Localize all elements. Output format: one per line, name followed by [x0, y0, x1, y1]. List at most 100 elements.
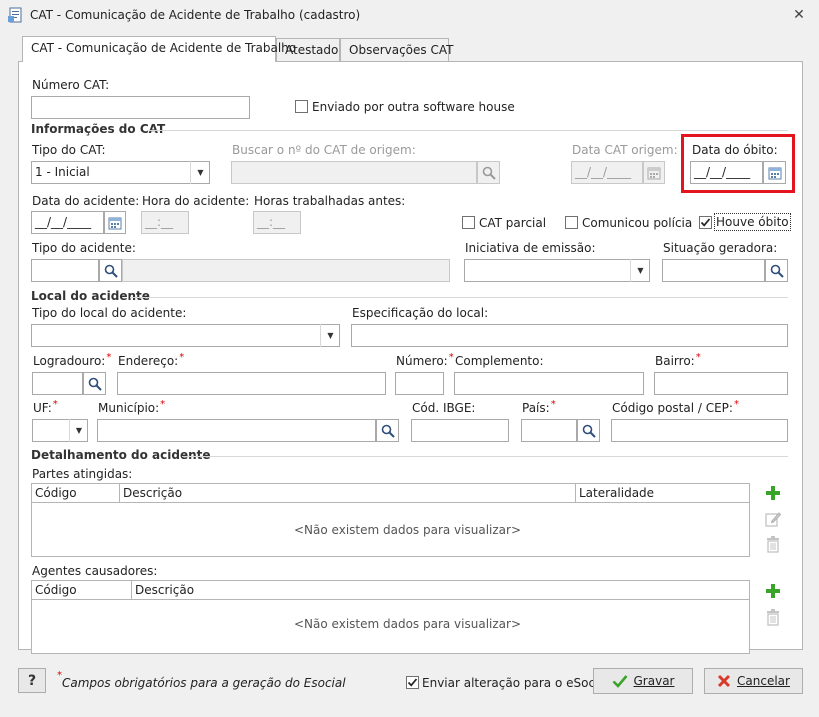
tab-observacoes[interactable]: Observações CAT — [340, 38, 453, 62]
chevron-down-icon[interactable]: ▼ — [320, 324, 340, 347]
logradouro-input[interactable] — [32, 372, 83, 395]
agentes-header: Código Descrição — [32, 581, 749, 600]
partes-grid[interactable]: Código Descrição Lateralidade <Não exist… — [31, 483, 750, 557]
search-icon[interactable] — [577, 419, 600, 442]
municipio-input[interactable] — [97, 419, 376, 442]
section-local: Local do acidente — [31, 289, 150, 303]
calendar-icon[interactable] — [104, 211, 126, 234]
chevron-down-icon[interactable]: ▼ — [69, 419, 88, 442]
logradouro-label: Logradouro:* — [33, 352, 112, 368]
data-cat-origem-input: __/__/____ — [571, 161, 643, 184]
cat-parcial-checkbox[interactable] — [462, 216, 475, 229]
section-divider — [130, 297, 788, 298]
partes-empty-message: <Não existem dados para visualizar> — [294, 523, 522, 537]
endereco-input[interactable] — [117, 372, 386, 395]
bairro-label: Bairro:* — [655, 352, 701, 368]
app-icon — [8, 7, 24, 23]
column-header[interactable]: Código — [32, 581, 132, 599]
trash-icon — [762, 533, 784, 555]
tipo-local-select[interactable] — [31, 324, 340, 347]
add-icon[interactable] — [762, 482, 784, 504]
enviado-checkbox[interactable] — [295, 100, 308, 113]
column-header[interactable]: Descrição — [120, 484, 576, 502]
add-icon[interactable] — [762, 580, 784, 602]
window-title: CAT - Comunicação de Acidente de Trabalh… — [30, 8, 361, 22]
houve-obito-checkbox[interactable] — [699, 216, 712, 229]
partes-header: Código Descrição Lateralidade — [32, 484, 749, 503]
cep-label: Código postal / CEP:* — [612, 399, 739, 415]
section-divider — [182, 456, 788, 457]
uf-label: UF:* — [33, 399, 58, 415]
gravar-label: Gravar — [633, 674, 675, 688]
hora-acidente-label: Hora do acidente: — [142, 194, 250, 208]
calendar-icon — [643, 161, 665, 184]
enviado-label: Enviado por outra software house — [312, 100, 515, 114]
search-icon — [477, 161, 500, 184]
data-cat-origem-label: Data CAT origem: — [572, 143, 678, 157]
tipo-local-label: Tipo do local do acidente: — [32, 306, 187, 320]
column-header[interactable]: Lateralidade — [576, 484, 749, 502]
comunicou-policia-checkbox[interactable] — [565, 216, 578, 229]
complemento-label: Complemento: — [455, 354, 544, 368]
agentes-label: Agentes causadores: — [32, 564, 158, 578]
required-note: Campos obrigatórios para a geração do Es… — [62, 676, 346, 690]
trash-icon — [762, 606, 784, 628]
enviar-esocial-checkbox[interactable] — [406, 676, 419, 689]
data-acidente-label: Data do acidente: — [32, 194, 140, 208]
check-icon — [612, 675, 627, 688]
checkmark-icon — [407, 678, 418, 687]
bairro-input[interactable] — [654, 372, 788, 395]
horas-trabalhadas-label: Horas trabalhadas antes: — [254, 194, 406, 208]
situacao-label: Situação geradora: — [663, 241, 778, 255]
horas-trabalhadas-input[interactable]: __:__ — [253, 211, 301, 234]
cancelar-button[interactable]: Cancelar — [704, 668, 803, 694]
pais-input[interactable] — [521, 419, 577, 442]
buscar-cat-input — [231, 161, 477, 184]
search-icon[interactable] — [99, 259, 122, 282]
chevron-down-icon[interactable]: ▼ — [190, 161, 210, 184]
search-icon[interactable] — [765, 259, 788, 282]
municipio-label: Município:* — [98, 399, 166, 415]
numero-cat-input[interactable] — [31, 96, 250, 119]
iniciativa-label: Iniciativa de emissão: — [465, 241, 596, 255]
help-button[interactable]: ? — [18, 668, 46, 693]
checkmark-icon — [700, 218, 711, 227]
section-detalhamento: Detalhamento do acidente — [31, 448, 211, 462]
gravar-button[interactable]: Gravar — [593, 668, 693, 694]
cod-ibge-label: Cód. IBGE: — [412, 401, 476, 415]
tipo-acidente-code-input[interactable] — [31, 259, 99, 282]
chevron-down-icon[interactable]: ▼ — [630, 259, 650, 282]
tipo-acidente-label: Tipo do acidente: — [32, 241, 136, 255]
numero-cat-label: Número CAT: — [32, 78, 110, 92]
close-icon[interactable]: ✕ — [791, 7, 807, 23]
endereco-label: Endereço:* — [118, 352, 185, 368]
tipo-cat-value: 1 - Inicial — [35, 165, 90, 179]
agentes-grid[interactable]: Código Descrição <Não existem dados para… — [31, 580, 750, 654]
tipo-cat-label: Tipo do CAT: — [32, 143, 106, 157]
especificacao-input[interactable] — [351, 324, 788, 347]
situacao-input[interactable] — [662, 259, 765, 282]
numero-input[interactable] — [395, 372, 444, 395]
tab-cat[interactable]: CAT - Comunicação de Acidente de Trabalh… — [22, 36, 296, 62]
enviar-esocial-label: Enviar alteração para o eSocial — [422, 676, 610, 690]
cod-ibge-input[interactable] — [411, 419, 509, 442]
data-acidente-input[interactable]: __/__/____ — [31, 211, 104, 234]
houve-obito-label: Houve óbito — [714, 213, 791, 231]
pais-label: País:* — [522, 399, 556, 415]
numero-label: Número:* — [396, 352, 454, 368]
edit-icon — [762, 508, 784, 530]
cancel-x-icon — [717, 674, 731, 688]
cat-parcial-label: CAT parcial — [479, 216, 547, 230]
iniciativa-select[interactable] — [464, 259, 650, 282]
especificacao-label: Especificação do local: — [352, 306, 489, 320]
cep-input[interactable] — [611, 419, 788, 442]
search-icon[interactable] — [376, 419, 399, 442]
data-obito-highlight — [681, 134, 795, 193]
hora-acidente-input[interactable]: __:__ — [141, 211, 189, 234]
column-header[interactable]: Código — [32, 484, 120, 502]
column-header[interactable]: Descrição — [132, 581, 749, 599]
tipo-cat-select[interactable]: 1 - Inicial — [31, 161, 210, 184]
search-icon[interactable] — [83, 372, 106, 395]
section-informacoes: Informações do CAT — [31, 122, 166, 136]
complemento-input[interactable] — [454, 372, 644, 395]
